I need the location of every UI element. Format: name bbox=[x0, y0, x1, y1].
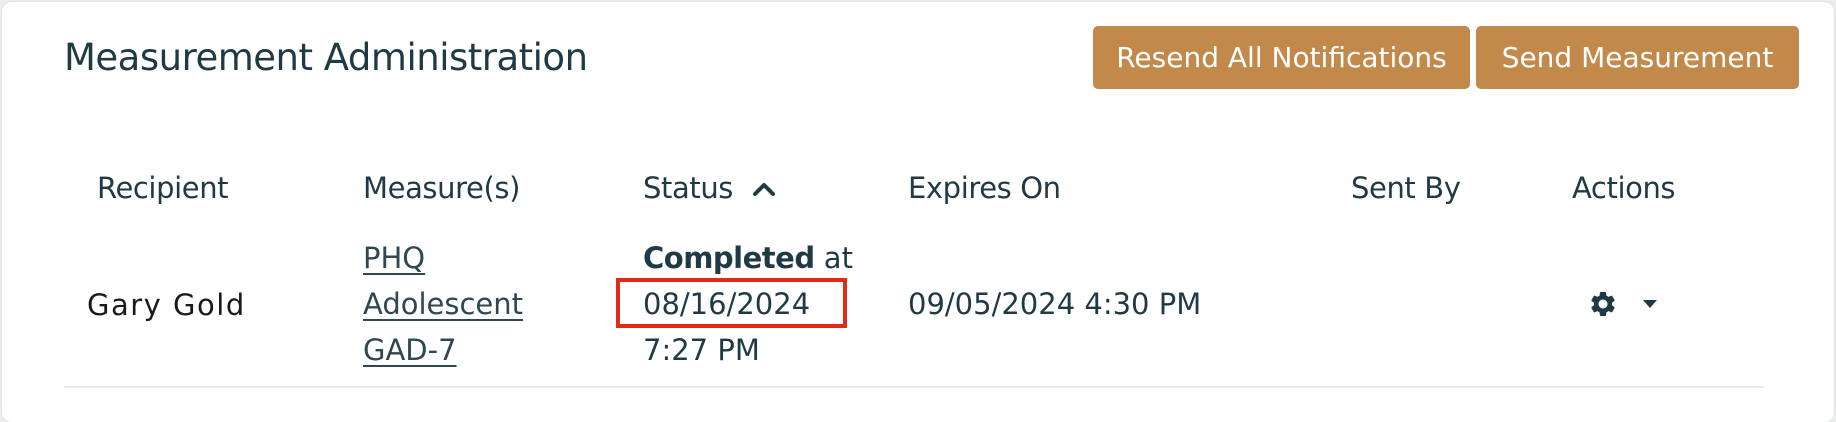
column-header-recipient[interactable]: Recipient bbox=[97, 168, 229, 208]
measure-link-adolescent[interactable]: Adolescent bbox=[363, 281, 523, 327]
expires-on-value: 09/05/2024 4:30 PM bbox=[908, 287, 1202, 321]
column-header-measures[interactable]: Measure(s) bbox=[363, 168, 520, 208]
status-label: Completed at bbox=[643, 235, 853, 281]
resend-all-notifications-button[interactable]: Resend All Notifications bbox=[1093, 26, 1470, 89]
row-actions-menu[interactable] bbox=[1588, 286, 1664, 322]
highlight-box bbox=[616, 278, 847, 328]
chevron-up-icon[interactable] bbox=[749, 174, 779, 202]
measure-link-gad-7[interactable]: GAD-7 bbox=[363, 327, 457, 373]
recipient-name: Gary Gold bbox=[87, 288, 246, 322]
status-time: 7:27 PM bbox=[643, 333, 760, 367]
send-measurement-button[interactable]: Send Measurement bbox=[1476, 26, 1799, 89]
column-header-sent-by[interactable]: Sent By bbox=[1351, 168, 1461, 208]
gear-icon[interactable] bbox=[1588, 289, 1618, 319]
column-header-actions: Actions bbox=[1572, 171, 1676, 205]
caret-down-icon[interactable] bbox=[1642, 297, 1658, 311]
row-divider bbox=[64, 386, 1764, 388]
column-header-expires-on[interactable]: Expires On bbox=[908, 168, 1061, 208]
page-title: Measurement Administration bbox=[64, 36, 588, 79]
measure-link-phq[interactable]: PHQ bbox=[363, 235, 425, 281]
status-connector: at bbox=[814, 241, 853, 275]
status-state: Completed bbox=[643, 241, 815, 275]
column-header-status[interactable]: Status bbox=[643, 168, 733, 208]
